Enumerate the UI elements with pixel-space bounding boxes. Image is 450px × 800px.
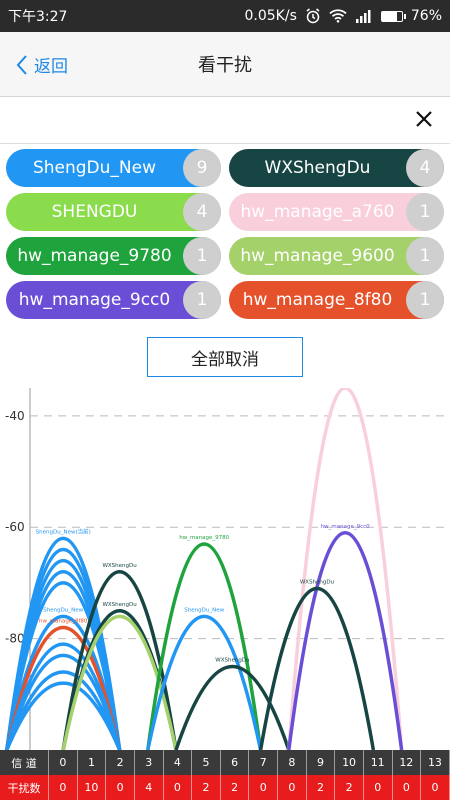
row-cell: 10 bbox=[335, 750, 364, 775]
network-chip-count: 1 bbox=[406, 281, 444, 319]
network-chip-count: 1 bbox=[183, 281, 221, 319]
row-cell: 9 bbox=[307, 750, 336, 775]
battery-icon bbox=[380, 10, 406, 22]
row-cell: 6 bbox=[221, 750, 250, 775]
row-cell: 5 bbox=[192, 750, 221, 775]
row-cell: 3 bbox=[135, 750, 164, 775]
signal-curve bbox=[146, 614, 263, 750]
row-cell: 0 bbox=[421, 775, 450, 800]
battery-percent: 76% bbox=[410, 8, 442, 24]
row-cell: 0 bbox=[393, 775, 422, 800]
network-chip-name: hw_manage_8f80 bbox=[242, 290, 393, 310]
row-cell: 1 bbox=[78, 750, 107, 775]
network-chip-name: hw_manage_a760 bbox=[240, 202, 395, 222]
y-tick-label: -40 bbox=[5, 409, 25, 423]
row-cell: 2 bbox=[106, 750, 135, 775]
y-tick-label: -60 bbox=[5, 520, 25, 534]
signal-curve bbox=[287, 388, 404, 750]
row-cell: 2 bbox=[221, 775, 250, 800]
battery-fill bbox=[381, 11, 398, 21]
close-icon[interactable] bbox=[412, 107, 436, 131]
back-label: 返回 bbox=[34, 57, 68, 77]
row-cell: 0 bbox=[106, 775, 135, 800]
row-cell: 0 bbox=[164, 775, 193, 800]
signal-curve-label: hw_manage_9780 bbox=[179, 535, 229, 541]
network-chip[interactable]: hw_manage_9600 1 bbox=[229, 237, 444, 275]
network-chip-count: 4 bbox=[406, 149, 444, 187]
network-chip[interactable]: hw_manage_8f80 1 bbox=[229, 281, 444, 319]
signal-curve-label: ShengDu_New bbox=[184, 607, 224, 613]
signal-icon bbox=[355, 10, 371, 23]
row-cell: 0 bbox=[364, 775, 393, 800]
wifi-icon bbox=[329, 9, 347, 23]
alarm-icon bbox=[306, 8, 320, 24]
row-cell: 13 bbox=[421, 750, 450, 775]
row-cell: 2 bbox=[307, 775, 336, 800]
back-button[interactable]: 返回 bbox=[16, 52, 68, 77]
network-chip[interactable]: hw_manage_9780 1 bbox=[6, 237, 221, 275]
network-chip-name: hw_manage_9600 bbox=[240, 246, 395, 266]
signal-curve bbox=[174, 665, 291, 750]
network-chip-name: WXShengDu bbox=[264, 158, 371, 178]
signal-curve bbox=[146, 542, 263, 750]
network-chip-count: 4 bbox=[183, 193, 221, 231]
signal-curve-label: WXShengDu bbox=[102, 602, 136, 608]
signal-curve-label: hw_manage_9cc0 bbox=[321, 524, 370, 530]
interference-chart: -40 -60 -80 ShengDu_New(当前) ShengDu_New hw_ma… bbox=[5, 388, 450, 750]
interference-count-row: 干扰数 0 10 0 4 0 2 2 0 0 2 2 0 0 0 bbox=[0, 775, 450, 800]
row-cell: 12 bbox=[393, 750, 422, 775]
row-cell: 0 bbox=[49, 750, 78, 775]
network-chip-count: 9 bbox=[183, 149, 221, 187]
chevron-left-icon bbox=[16, 54, 27, 75]
network-chip-count: 1 bbox=[406, 237, 444, 275]
title-bar: 返回 看干扰 bbox=[0, 32, 450, 97]
signal-curve-label: WXShengDu bbox=[300, 579, 334, 585]
row-cell: 7 bbox=[249, 750, 278, 775]
row-cell: 11 bbox=[364, 750, 393, 775]
signal-curve-label: WXShengDu bbox=[215, 657, 249, 663]
signal-curve bbox=[258, 586, 376, 750]
network-chip[interactable]: WXShengDu 4 bbox=[229, 149, 444, 187]
network-chip-name: ShengDu_New bbox=[32, 158, 157, 178]
network-chip[interactable]: SHENGDU 4 bbox=[6, 193, 221, 231]
row-cell: 0 bbox=[278, 775, 307, 800]
page-title: 看干扰 bbox=[198, 55, 252, 76]
row-cell: 2 bbox=[192, 775, 221, 800]
signal-curve-label: hw_manage_8f80 bbox=[39, 618, 88, 624]
status-time: 下午3:27 bbox=[8, 9, 68, 25]
network-chip-count: 1 bbox=[406, 193, 444, 231]
row-cell: 8 bbox=[278, 750, 307, 775]
net-speed: 0.05K/s bbox=[244, 8, 297, 24]
signal-curve-label: ShengDu_New(当前) bbox=[36, 527, 91, 535]
network-chip-name: hw_manage_9cc0 bbox=[18, 290, 171, 310]
y-tick-label: -80 bbox=[5, 632, 25, 646]
row-cell: 0 bbox=[249, 775, 278, 800]
row-cell: 2 bbox=[335, 775, 364, 800]
filter-panel-header bbox=[0, 97, 450, 144]
network-chip[interactable]: hw_manage_a760 1 bbox=[229, 193, 444, 231]
row-cell: 4 bbox=[164, 750, 193, 775]
row-label: 干扰数 bbox=[0, 775, 49, 800]
network-chip-name: SHENGDU bbox=[51, 202, 138, 222]
row-cell: 10 bbox=[78, 775, 107, 800]
status-bar: 下午3:27 0.05K/s 76% bbox=[0, 0, 450, 32]
network-chip[interactable]: ShengDu_New 9 bbox=[6, 149, 221, 187]
row-label: 信 道 bbox=[0, 750, 49, 775]
signal-curve-label: WXShengDu bbox=[102, 563, 136, 569]
channel-row: 信 道 0 1 2 3 4 5 6 7 8 9 10 11 12 13 bbox=[0, 750, 450, 775]
row-cell: 0 bbox=[49, 775, 78, 800]
network-chip-name: hw_manage_9780 bbox=[17, 246, 172, 266]
row-cell: 4 bbox=[135, 775, 164, 800]
cancel-all-button[interactable]: 全部取消 bbox=[147, 337, 303, 377]
signal-curve-label: ShengDu_New bbox=[43, 607, 83, 613]
network-chip[interactable]: hw_manage_9cc0 1 bbox=[6, 281, 221, 319]
network-chip-count: 1 bbox=[183, 237, 221, 275]
